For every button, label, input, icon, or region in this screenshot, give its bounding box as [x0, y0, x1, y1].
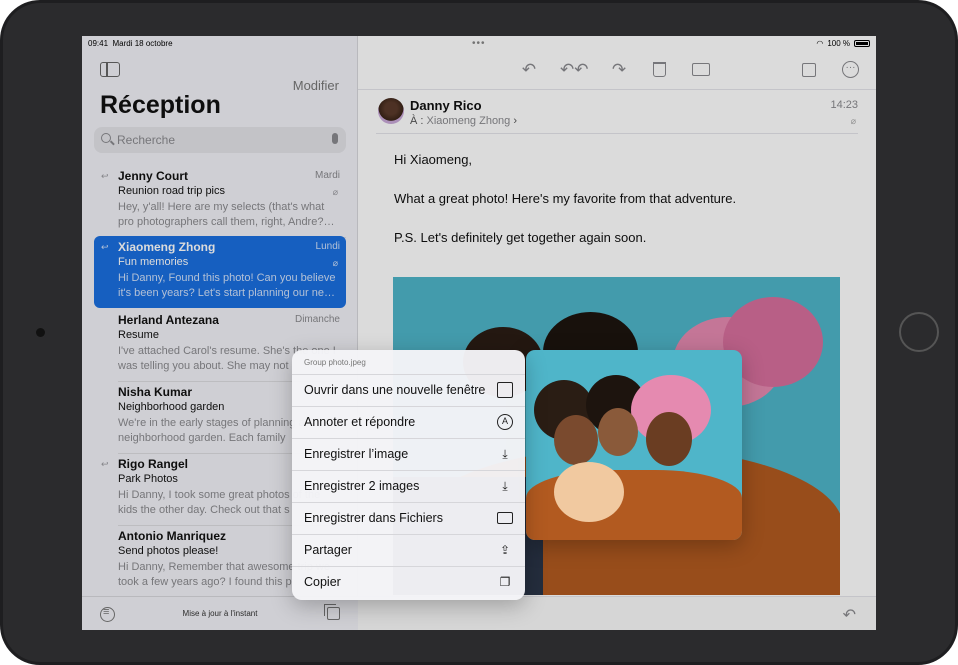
share-icon: ⇪: [499, 543, 511, 557]
save-images-icon: ⤓: [502, 479, 508, 493]
menu-item-open-new-window[interactable]: Ouvrir dans une nouvelle fenêtre: [292, 374, 525, 406]
menu-item-save-image[interactable]: Enregistrer l’image ⤓: [292, 438, 525, 470]
photo-shape: [646, 412, 692, 466]
home-button[interactable]: [899, 312, 939, 352]
menu-item-share[interactable]: Partager ⇪: [292, 534, 525, 566]
photo-shape: [598, 408, 638, 456]
copy-icon: ❐: [499, 575, 511, 589]
new-window-icon: [497, 382, 513, 398]
image-preview[interactable]: [526, 350, 742, 540]
menu-item-markup-reply[interactable]: Annoter et répondre A: [292, 406, 525, 438]
menu-item-label: Copier: [304, 575, 341, 589]
folder-icon: [497, 512, 513, 524]
menu-item-copy[interactable]: Copier ❐: [292, 566, 525, 598]
menu-item-label: Enregistrer 2 images: [304, 479, 420, 493]
menu-title: Group photo.jpeg: [304, 358, 366, 367]
menu-item-save-two-images[interactable]: Enregistrer 2 images ⤓: [292, 470, 525, 502]
menu-item-label: Annoter et répondre: [304, 415, 416, 429]
menu-item-label: Partager: [304, 543, 352, 557]
menu-item-label: Enregistrer dans Fichiers: [304, 511, 443, 525]
menu-item-save-to-files[interactable]: Enregistrer dans Fichiers: [292, 502, 525, 534]
save-image-icon: ⤓: [502, 447, 508, 461]
front-camera: [36, 328, 45, 337]
photo-shape: [554, 462, 624, 522]
screen: Modifier Réception Recherche ↩ Jenny Cou…: [82, 36, 876, 630]
context-menu: Group photo.jpeg Ouvrir dans une nouvell…: [292, 350, 525, 600]
ipad-frame: Modifier Réception Recherche ↩ Jenny Cou…: [0, 0, 958, 665]
menu-item-label: Ouvrir dans une nouvelle fenêtre: [304, 383, 486, 397]
markup-icon: A: [497, 414, 513, 430]
menu-item-label: Enregistrer l’image: [304, 447, 409, 461]
photo-shape: [554, 415, 598, 465]
